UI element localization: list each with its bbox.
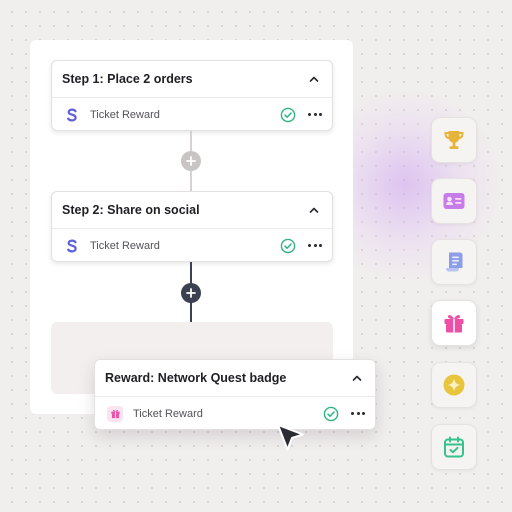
- calendar-check-icon: [444, 436, 464, 458]
- chevron-up-icon[interactable]: [351, 372, 363, 384]
- check-circle-icon: [280, 238, 296, 253]
- chevron-up-icon[interactable]: [308, 204, 320, 216]
- trophy-icon: [444, 131, 464, 149]
- reward-row[interactable]: Ticket Reward: [52, 98, 332, 131]
- star-badge-icon: [443, 374, 465, 396]
- reward-title: Reward: Network Quest badge: [105, 371, 287, 385]
- trophy-button[interactable]: [431, 117, 477, 163]
- cursor-arrow-icon: [277, 424, 304, 451]
- step-title: Step 1: Place 2 orders: [62, 72, 193, 86]
- reward-label: Ticket Reward: [90, 239, 160, 252]
- scroll-icon: [446, 252, 463, 272]
- plus-icon: [186, 156, 196, 166]
- more-options-icon[interactable]: [308, 113, 322, 116]
- gift-icon: [444, 315, 464, 333]
- add-step-button[interactable]: [181, 283, 201, 303]
- scroll-button[interactable]: [431, 239, 477, 285]
- reward-card[interactable]: Reward: Network Quest badge Ticket Rewar…: [94, 359, 376, 430]
- chevron-up-icon[interactable]: [308, 73, 320, 85]
- gift-icon: [107, 405, 123, 422]
- check-circle-icon: [323, 406, 339, 421]
- reward-label: Ticket Reward: [90, 108, 160, 121]
- more-options-icon[interactable]: [308, 244, 322, 247]
- more-options-icon[interactable]: [351, 412, 365, 415]
- step-card-header[interactable]: Step 2: Share on social: [52, 192, 332, 229]
- reward-card-header[interactable]: Reward: Network Quest badge: [95, 360, 375, 397]
- plus-icon: [186, 288, 196, 298]
- check-circle-icon: [280, 107, 296, 122]
- star-badge-button[interactable]: [431, 362, 477, 408]
- s-logo-icon: [64, 107, 80, 123]
- reward-row[interactable]: Ticket Reward: [52, 229, 332, 262]
- add-step-button[interactable]: [181, 151, 201, 171]
- s-logo-icon: [64, 238, 80, 254]
- reward-label: Ticket Reward: [133, 407, 203, 420]
- step-card[interactable]: Step 1: Place 2 orders Ticket Reward: [51, 60, 333, 131]
- id-card-button[interactable]: [431, 178, 477, 224]
- step-card[interactable]: Step 2: Share on social Ticket Reward: [51, 191, 333, 262]
- calendar-check-button[interactable]: [431, 424, 477, 470]
- id-card-icon: [443, 193, 465, 209]
- step-card-header[interactable]: Step 1: Place 2 orders: [52, 61, 332, 98]
- gift-button[interactable]: [431, 300, 477, 346]
- reward-row[interactable]: Ticket Reward: [95, 397, 375, 430]
- step-title: Step 2: Share on social: [62, 203, 200, 217]
